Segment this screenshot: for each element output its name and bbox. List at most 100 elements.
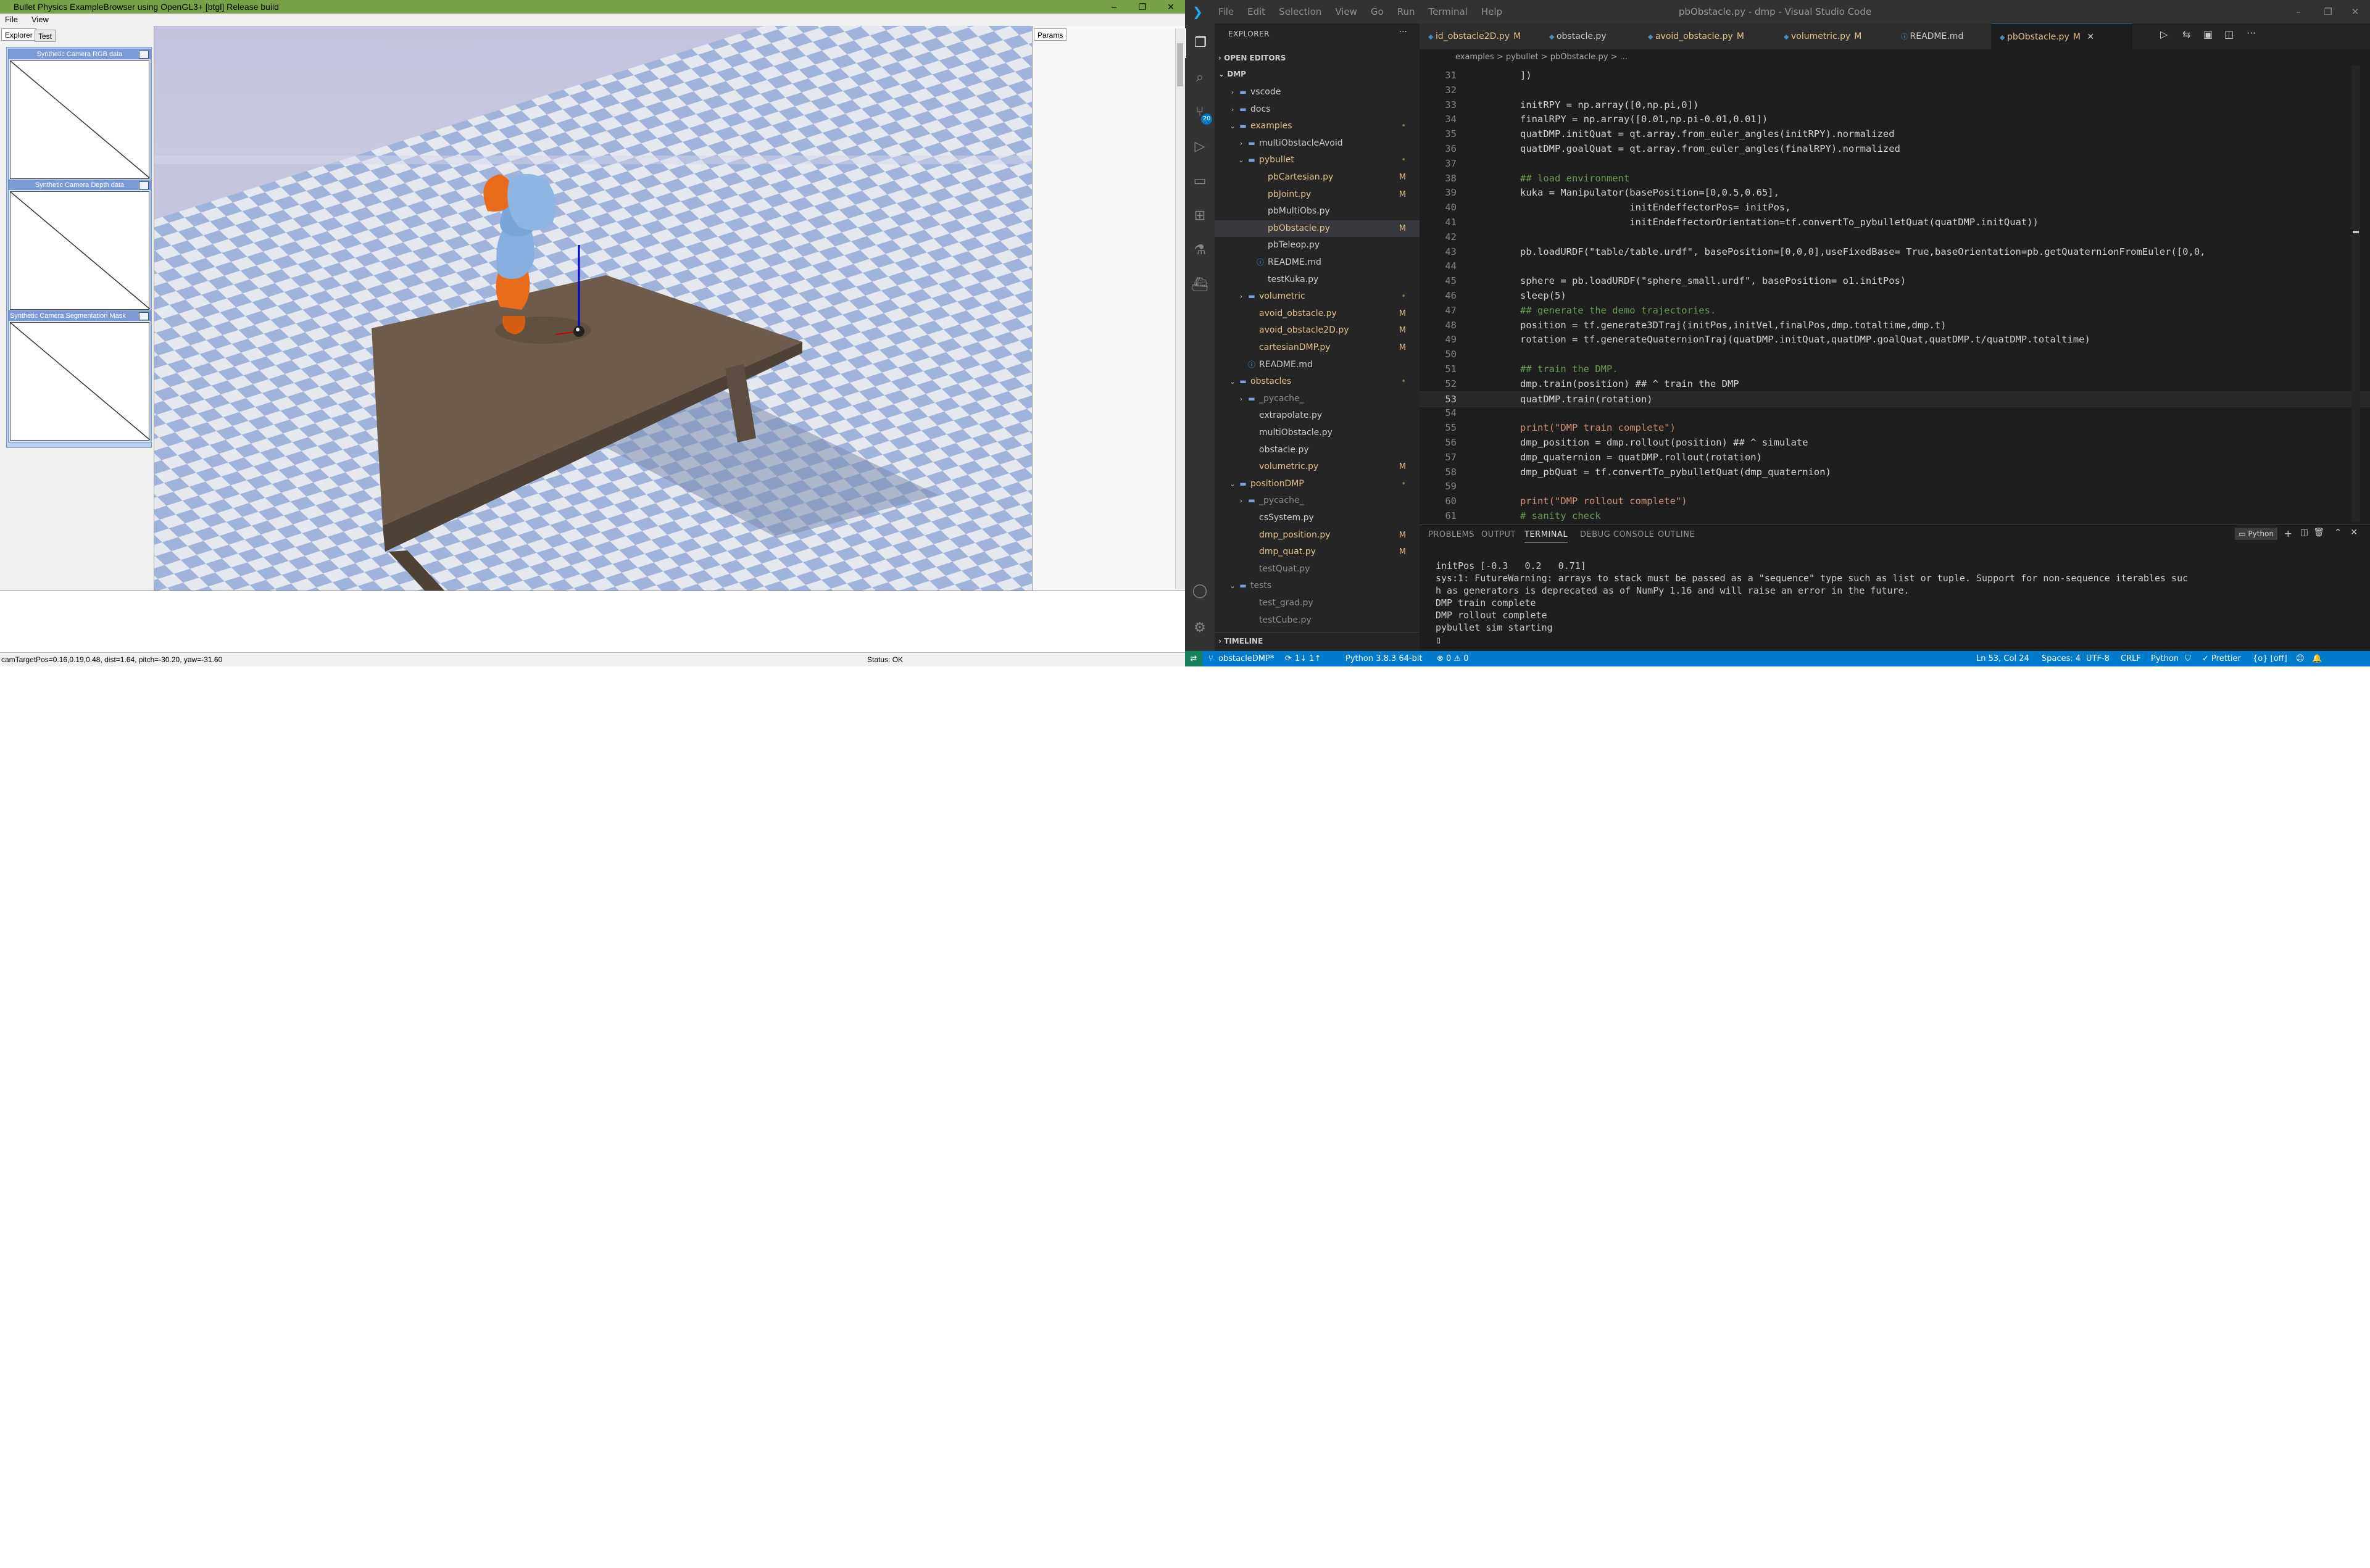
close-panel-icon[interactable]: ✕ — [2350, 528, 2358, 537]
code-line[interactable]: 31]) — [1420, 68, 2370, 83]
split-terminal-icon[interactable]: ◫ — [2300, 528, 2308, 537]
testing-icon[interactable]: ⚗ — [1185, 236, 1215, 265]
tree-folder[interactable]: ⌄ ▬ obstacles • — [1215, 373, 1420, 390]
chevron-right-icon[interactable]: › — [1237, 391, 1245, 407]
code-line[interactable]: 41 initEndeffectorOrientation=tf.convert… — [1420, 215, 2370, 230]
tree-folder[interactable]: › ▬ multiObstacleAvoid — [1215, 135, 1420, 152]
maximize-panel-icon[interactable]: ⌃ — [2334, 528, 2342, 537]
code-line[interactable]: 38 ## load environment — [1420, 171, 2370, 186]
code-line[interactable]: 37 — [1420, 156, 2370, 171]
tree-file[interactable]: pbCartesian.py M — [1215, 169, 1420, 186]
tree-file[interactable]: testCube.py — [1215, 612, 1420, 629]
notifications-icon[interactable]: 🔔 — [2312, 651, 2322, 666]
menu-view[interactable]: View — [1335, 6, 1357, 17]
editor-scrollbar[interactable] — [2351, 65, 2360, 522]
tree-file[interactable]: ⓘ README.md — [1215, 254, 1420, 271]
line-ending[interactable]: CRLF — [2121, 651, 2141, 666]
scrollbar-thumb[interactable] — [1177, 43, 1183, 86]
minimize-icon[interactable] — [139, 181, 149, 189]
explorer-icon[interactable]: ❐ — [1185, 28, 1215, 58]
code-line[interactable]: 40 initEndeffectorPos= initPos, — [1420, 200, 2370, 215]
maximize-button[interactable]: ❐ — [1128, 0, 1157, 14]
minimize-button[interactable]: – — [2286, 0, 2311, 23]
tree-folder[interactable]: ⌄ ▬ positionDMP • — [1215, 476, 1420, 492]
search-icon[interactable]: ⌕ — [1185, 63, 1215, 93]
maximize-button[interactable]: ❐ — [2316, 0, 2340, 23]
code-line[interactable]: 35 quatDMP.initQuat = qt.array.from_euler… — [1420, 127, 2370, 141]
remote-explorer-icon[interactable]: ▭ — [1185, 167, 1215, 196]
chevron-down-icon[interactable]: ⌄ — [1228, 373, 1237, 390]
run-python-icon[interactable]: ▷ — [2160, 28, 2168, 40]
code-line[interactable]: 61 # sanity check — [1420, 508, 2370, 523]
python-interpreter[interactable]: Python 3.8.3 64-bit — [1345, 651, 1423, 666]
minimize-icon[interactable] — [139, 51, 149, 59]
tree-folder[interactable]: ⌄ ▬ examples • — [1215, 118, 1420, 135]
remote-icon[interactable]: ⇄ — [1185, 651, 1202, 666]
3d-viewport[interactable] — [154, 26, 1032, 591]
new-terminal-icon[interactable]: + — [2284, 528, 2292, 539]
feedback-icon[interactable]: ☺ — [2296, 651, 2305, 666]
settings-sync-icon[interactable]: ⛉ — [2185, 651, 2191, 666]
menu-file[interactable]: File — [1218, 6, 1234, 17]
terminal-output[interactable]: initPos [-0.3 0.2 0.71] sys:1: FutureWarn… — [1420, 560, 2345, 646]
tree-folder[interactable]: › ▬ docs — [1215, 101, 1420, 118]
chevron-right-icon[interactable]: › — [1228, 84, 1237, 101]
tree-file[interactable]: testQuat.py — [1215, 561, 1420, 578]
tree-file[interactable]: ⓘ README.md — [1215, 357, 1420, 373]
panel-tab[interactable]: PROBLEMS — [1428, 530, 1474, 539]
tree-folder[interactable]: › ▬ volumetric • — [1215, 288, 1420, 305]
workspace-root[interactable]: ⌄ DMP — [1215, 67, 1420, 81]
menu-edit[interactable]: Edit — [1247, 6, 1265, 17]
menu-go[interactable]: Go — [1371, 6, 1384, 17]
menu-help[interactable]: Help — [1481, 6, 1502, 17]
menu-selection[interactable]: Selection — [1279, 6, 1321, 17]
chevron-down-icon[interactable]: ⌄ — [1237, 152, 1245, 168]
tree-file[interactable]: cartesianDMP.py M — [1215, 339, 1420, 356]
tree-file[interactable]: obstacle.py — [1215, 442, 1420, 458]
tree-file[interactable]: pbJoint.py M — [1215, 186, 1420, 203]
code-line[interactable]: 57 dmp_quaternion = quatDMP.rollout(rotat… — [1420, 450, 2370, 465]
tree-folder[interactable]: › ▬ vscode — [1215, 84, 1420, 101]
settings-gear-icon[interactable]: ⚙ — [1185, 613, 1215, 643]
encoding[interactable]: UTF-8 — [2086, 651, 2110, 666]
tree-folder[interactable]: › ▬ _pycache_ — [1215, 391, 1420, 407]
more-actions-icon[interactable]: ··· — [1399, 27, 1407, 37]
code-line[interactable]: 50 — [1420, 347, 2370, 362]
tree-file[interactable]: volumetric.py M — [1215, 458, 1420, 475]
cursor-position[interactable]: Ln 53, Col 24 — [1976, 651, 2029, 666]
chevron-right-icon[interactable]: › — [1237, 288, 1245, 305]
code-line[interactable]: 34 finalRPY = np.array([0.01,np.pi-0.01,0… — [1420, 112, 2370, 127]
menu-view[interactable]: View — [31, 15, 49, 24]
menu-file[interactable]: File — [5, 15, 18, 24]
code-line[interactable]: 48 position = tf.generate3DTraj(initPos,i… — [1420, 318, 2370, 333]
tree-folder[interactable]: ⌄ ▬ tests — [1215, 578, 1420, 594]
scrollbar[interactable] — [1175, 28, 1185, 589]
go-live-status[interactable]: {o} [off] — [2253, 651, 2287, 666]
code-line[interactable]: 53 quatDMP.train(rotation) — [1420, 391, 2370, 407]
docker-icon[interactable]: ⛴ — [1185, 270, 1215, 300]
menu-terminal[interactable]: Terminal — [1429, 6, 1468, 17]
tree-file[interactable]: avoid_obstacle.py M — [1215, 305, 1420, 322]
panel-tab[interactable]: OUTPUT — [1481, 530, 1516, 539]
open-editors-section[interactable]: › OPEN EDITORS — [1215, 51, 1420, 65]
tree-file[interactable]: pbMultiObs.py — [1215, 203, 1420, 220]
code-line[interactable]: 56 dmp_position = dmp.rollout(position) #… — [1420, 435, 2370, 450]
tree-file[interactable]: test_grad.py — [1215, 595, 1420, 612]
tree-file[interactable]: csSystem.py — [1215, 510, 1420, 526]
indentation[interactable]: Spaces: 4 — [2042, 651, 2081, 666]
tree-folder[interactable]: › ▬ _pycache_ — [1215, 492, 1420, 509]
close-button[interactable]: ✕ — [1157, 0, 1185, 14]
split-editor-icon[interactable]: ◫ — [2224, 28, 2234, 40]
branch-icon[interactable]: ⑂ — [1208, 651, 1213, 666]
chevron-down-icon[interactable]: ⌄ — [1228, 118, 1237, 135]
git-sync[interactable]: 1↓ 1↑ — [1295, 651, 1321, 666]
tree-file[interactable]: avoid_obstacle2D.py M — [1215, 322, 1420, 339]
code-line[interactable]: 60 print("DMP rollout complete") — [1420, 494, 2370, 508]
git-branch[interactable]: obstacleDMP* — [1218, 651, 1274, 666]
panel-tab[interactable]: OUTLINE — [1658, 530, 1695, 539]
language-mode[interactable]: Python — [2151, 651, 2179, 666]
breadcrumb[interactable]: examples > pybullet > pbObstacle.py > ..… — [1420, 49, 2370, 65]
sync-icon[interactable]: ⟳ — [1285, 651, 1292, 666]
code-line[interactable]: 49 rotation = tf.generateQuaternionTraj(q… — [1420, 332, 2370, 347]
menu-run[interactable]: Run — [1397, 6, 1415, 17]
